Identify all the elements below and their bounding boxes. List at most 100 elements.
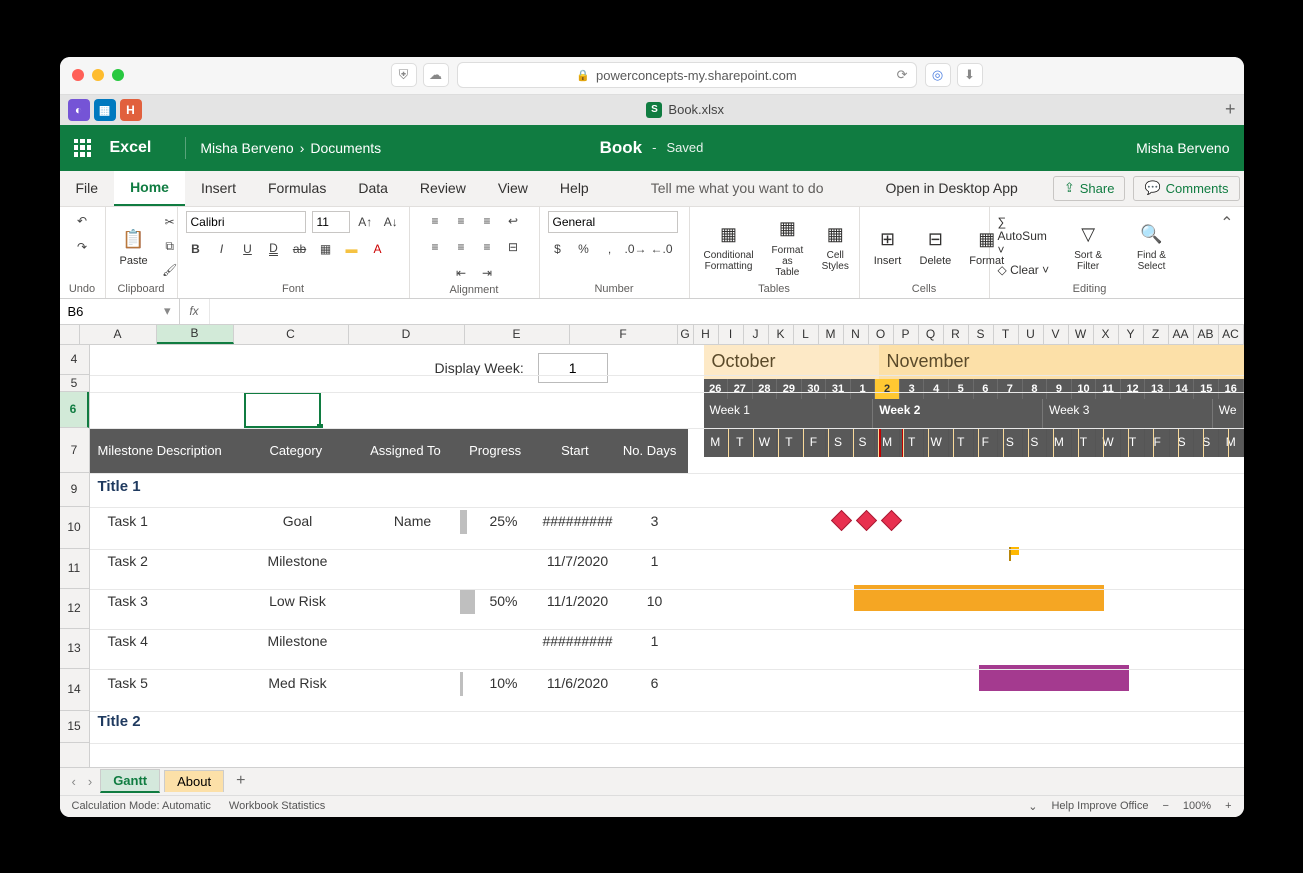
shield-icon[interactable]: ⛨ xyxy=(391,63,417,87)
col-header-E[interactable]: E xyxy=(465,325,570,344)
workbook-stats[interactable]: Workbook Statistics xyxy=(229,800,325,812)
task-cell[interactable]: Task 5 xyxy=(108,675,238,691)
font-color-button[interactable]: A xyxy=(368,239,388,259)
decrease-font-icon[interactable]: A↓ xyxy=(381,212,401,232)
share-button[interactable]: ⇪Share xyxy=(1053,176,1126,201)
minimize-window-button[interactable] xyxy=(92,69,104,81)
col-header-AC[interactable]: AC xyxy=(1219,325,1244,344)
percent-icon[interactable]: % xyxy=(574,239,594,259)
currency-icon[interactable]: $ xyxy=(548,239,568,259)
col-header-J[interactable]: J xyxy=(744,325,769,344)
col-header-K[interactable]: K xyxy=(769,325,794,344)
find-select-button[interactable]: 🔍Find & Select xyxy=(1121,218,1181,274)
browser-tab-active[interactable]: S Book.xlsx xyxy=(146,102,1225,118)
col-header-A[interactable]: A xyxy=(80,325,157,344)
row-header-5[interactable]: 5 xyxy=(60,375,89,392)
col-header-C[interactable]: C xyxy=(234,325,349,344)
format-as-table-button[interactable]: ▦Format as Table xyxy=(766,213,810,280)
col-header-D[interactable]: D xyxy=(349,325,465,344)
col-header-T[interactable]: T xyxy=(994,325,1019,344)
increase-font-icon[interactable]: A↑ xyxy=(356,212,376,232)
italic-button[interactable]: I xyxy=(212,239,232,259)
task-cell[interactable]: Low Risk xyxy=(238,593,358,609)
breadcrumb-location[interactable]: Documents xyxy=(310,140,381,156)
font-size-select[interactable] xyxy=(312,211,350,233)
help-improve[interactable]: Help Improve Office xyxy=(1051,800,1148,812)
row-header-13[interactable]: 13 xyxy=(60,629,89,669)
task-cell[interactable]: ######### xyxy=(528,633,628,649)
insert-cells-button[interactable]: ⊞Insert xyxy=(868,223,908,269)
row-header-11[interactable]: 11 xyxy=(60,549,89,589)
pinned-tab-3[interactable]: H xyxy=(120,99,142,121)
tab-formulas[interactable]: Formulas xyxy=(252,171,342,206)
increase-indent-icon[interactable]: ⇥ xyxy=(477,263,497,283)
tab-data[interactable]: Data xyxy=(342,171,404,206)
task-cell[interactable]: 11/6/2020 xyxy=(528,675,628,691)
col-header-W[interactable]: W xyxy=(1069,325,1094,344)
task-cell[interactable]: 10 xyxy=(630,593,680,609)
task-cell[interactable]: 3 xyxy=(630,513,680,529)
col-header-I[interactable]: I xyxy=(719,325,744,344)
strike-button[interactable]: ab xyxy=(290,239,310,259)
col-header-N[interactable]: N xyxy=(844,325,869,344)
formula-input[interactable] xyxy=(210,299,1244,324)
tab-view[interactable]: View xyxy=(482,171,544,206)
cells-area[interactable]: Display Week: Milestone Description Cate… xyxy=(90,345,1244,767)
redo-icon[interactable]: ↷ xyxy=(72,237,92,257)
autosum-button[interactable]: ∑ AutoSum ˅ xyxy=(998,215,1055,257)
row-header-12[interactable]: 12 xyxy=(60,589,89,629)
number-format-select[interactable] xyxy=(548,211,678,233)
col-header-V[interactable]: V xyxy=(1044,325,1069,344)
row-header-9[interactable]: 9 xyxy=(60,473,89,507)
task-cell[interactable]: Name xyxy=(358,513,468,529)
col-header-X[interactable]: X xyxy=(1094,325,1119,344)
breadcrumb-owner[interactable]: Misha Berveno xyxy=(200,140,293,156)
tab-insert[interactable]: Insert xyxy=(185,171,252,206)
task-cell[interactable]: Task 1 xyxy=(108,513,238,529)
underline-button[interactable]: U xyxy=(238,239,258,259)
clear-button[interactable]: ◇ Clear ˅ xyxy=(998,263,1050,277)
fill-color-button[interactable]: ▬ xyxy=(342,239,362,259)
border-button[interactable]: ▦ xyxy=(316,239,336,259)
address-bar[interactable]: 🔒 powerconcepts-my.sharepoint.com ⟳ xyxy=(457,62,917,88)
pinned-tab-2[interactable]: ▦ xyxy=(94,99,116,121)
add-sheet-button[interactable]: + xyxy=(228,772,253,790)
sheet-tab-gantt[interactable]: Gantt xyxy=(100,769,160,793)
col-header-AA[interactable]: AA xyxy=(1169,325,1194,344)
task-cell[interactable]: 1 xyxy=(630,553,680,569)
collapse-ribbon-icon[interactable]: ⌃ xyxy=(1210,207,1243,298)
task-cell[interactable]: 11/1/2020 xyxy=(528,593,628,609)
conditional-formatting-button[interactable]: ▦Conditional Formatting xyxy=(698,218,760,274)
task-cell[interactable]: 10% xyxy=(478,675,518,691)
col-header-M[interactable]: M xyxy=(819,325,844,344)
pinned-tab-1[interactable]: ◐ xyxy=(68,99,90,121)
col-header-R[interactable]: R xyxy=(944,325,969,344)
decrease-decimal-icon[interactable]: ←.0 xyxy=(652,239,672,259)
comma-icon[interactable]: , xyxy=(600,239,620,259)
download-icon[interactable]: ⬇ xyxy=(957,63,983,87)
tell-me-search[interactable]: Tell me what you want to do xyxy=(635,171,840,206)
align-middle-icon[interactable]: ≡ xyxy=(451,211,471,231)
col-header-F[interactable]: F xyxy=(570,325,678,344)
zoom-window-button[interactable] xyxy=(112,69,124,81)
sheet-nav-prev[interactable]: ‹ xyxy=(68,774,80,789)
name-box[interactable]: B6▾ xyxy=(60,299,180,324)
task-cell[interactable]: Goal xyxy=(238,513,358,529)
tab-review[interactable]: Review xyxy=(404,171,482,206)
task-cell[interactable]: ######### xyxy=(528,513,628,529)
app-launcher-icon[interactable] xyxy=(74,139,92,157)
close-window-button[interactable] xyxy=(72,69,84,81)
row-header-10[interactable]: 10 xyxy=(60,507,89,549)
task-cell[interactable]: Med Risk xyxy=(238,675,358,691)
tab-file[interactable]: File xyxy=(60,171,115,206)
row-header-15[interactable]: 15 xyxy=(60,711,89,743)
paste-button[interactable]: 📋 Paste xyxy=(114,223,154,269)
sheet-tab-about[interactable]: About xyxy=(164,770,224,792)
decrease-indent-icon[interactable]: ⇤ xyxy=(451,263,471,283)
task-cell[interactable]: 25% xyxy=(478,513,518,529)
merge-icon[interactable]: ⊟ xyxy=(503,237,523,257)
col-header-L[interactable]: L xyxy=(794,325,819,344)
select-all-corner[interactable] xyxy=(60,325,80,344)
sheet-nav-next[interactable]: › xyxy=(84,774,96,789)
tab-home[interactable]: Home xyxy=(114,171,185,206)
